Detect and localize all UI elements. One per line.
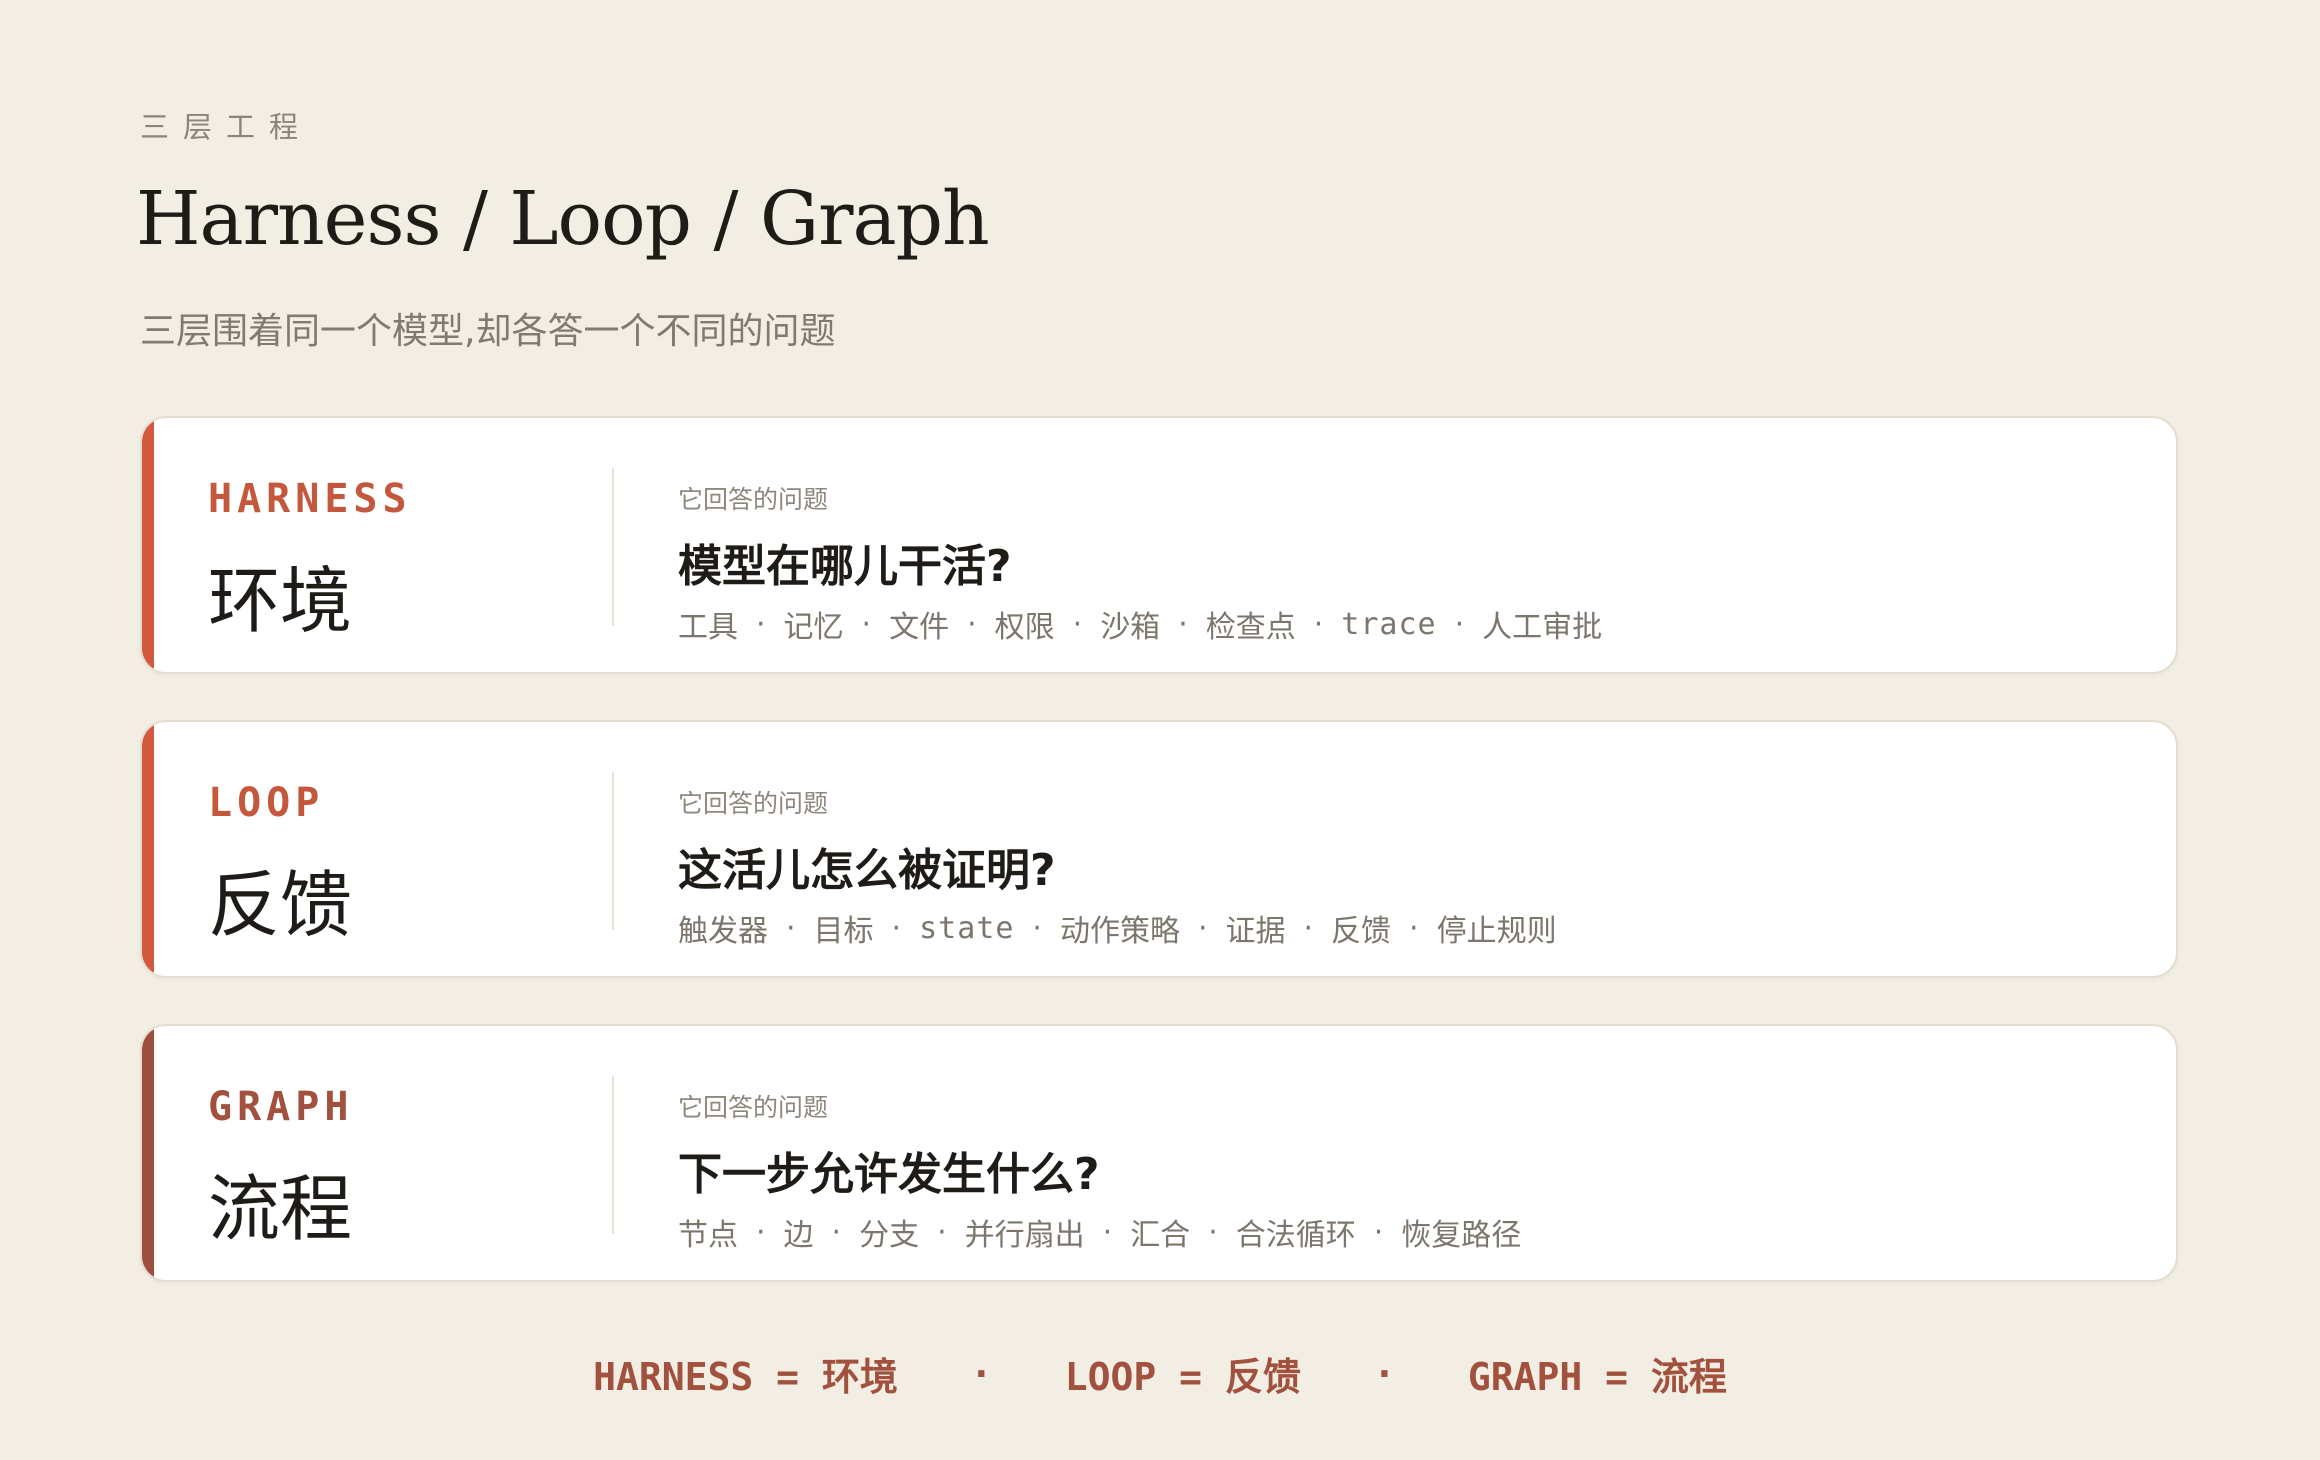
item-tag: 工具: [678, 610, 738, 645]
accent-bar: [142, 1026, 154, 1280]
item-separator: ·: [831, 1214, 842, 1250]
accent-bar: [142, 722, 154, 976]
card-loop: LOOP 反馈 它回答的问题 这活儿怎么被证明? 触发器 · 目标 · state · 动作…: [140, 720, 2178, 978]
question-text: 模型在哪儿干活?: [678, 541, 1012, 592]
item-tag: 节点: [678, 1218, 738, 1253]
card-name-cn: 反馈: [208, 863, 353, 947]
item-tag: 分支: [859, 1218, 920, 1253]
item-tag: 动作策略: [1059, 914, 1180, 949]
item-tag: 恢复路径: [1401, 1218, 1522, 1253]
item-tag: 权限: [994, 610, 1055, 645]
item-separator: ·: [1409, 910, 1419, 946]
card-tag: GRAPH: [208, 1084, 354, 1130]
item-separator: ·: [1303, 910, 1314, 946]
item-separator: ·: [937, 1214, 947, 1250]
eyebrow-label: 三层工程: [140, 110, 313, 144]
item-list: 节点 · 边 · 分支 · 并行扇出 · 汇合 · 合法循环 · 恢复路径: [678, 1210, 1521, 1254]
accent-bar: [142, 418, 154, 672]
question-label: 它回答的问题: [678, 789, 829, 818]
item-tag: 并行扇出: [964, 1218, 1085, 1253]
item-tag: 停止规则: [1436, 914, 1557, 949]
question-label: 它回答的问题: [678, 485, 829, 514]
item-tag: 反馈: [1331, 914, 1392, 949]
card-name-cn: 环境: [208, 559, 353, 643]
item-separator: ·: [786, 910, 796, 946]
footer-item-harness: HARNESS = 环境: [593, 1355, 898, 1399]
item-separator: ·: [1102, 1214, 1113, 1250]
divider: [612, 1076, 614, 1234]
item-tag: trace: [1341, 606, 1437, 642]
item-separator: ·: [1178, 606, 1188, 642]
item-list: 工具 · 记忆 · 文件 · 权限 · 沙箱 · 检查点 · trace · 人工审批: [678, 602, 1602, 646]
item-separator: ·: [967, 606, 977, 642]
item-tag: state: [919, 910, 1015, 946]
question-text: 下一步允许发生什么?: [678, 1149, 1100, 1200]
item-tag: 触发器: [678, 914, 768, 949]
question-text: 这活儿怎么被证明?: [678, 845, 1056, 896]
card-tag: LOOP: [208, 780, 325, 826]
card-harness: HARNESS 环境 它回答的问题 模型在哪儿干活? 工具 · 记忆 · 文件 · 权限 · 沙…: [140, 416, 2178, 674]
page-subtitle: 三层围着同一个模型,却各答一个不同的问题: [140, 311, 836, 352]
footer-separator: ·: [1372, 1351, 1396, 1396]
item-tag: 沙箱: [1100, 610, 1161, 645]
item-tag: 证据: [1225, 914, 1286, 949]
footer-item-graph: GRAPH = 流程: [1467, 1355, 1727, 1399]
card-tag: HARNESS: [208, 476, 412, 522]
page-title: Harness / Loop / Graph: [136, 176, 990, 262]
item-tag: 目标: [813, 914, 874, 949]
item-tag: 边: [783, 1218, 814, 1253]
item-separator: ·: [756, 606, 766, 642]
item-tag: 人工审批: [1482, 610, 1603, 645]
item-separator: ·: [891, 910, 902, 946]
item-separator: ·: [1032, 910, 1042, 946]
footer-legend: HARNESS = 环境 · LOOP = 反馈 · GRAPH = 流程: [0, 1346, 2320, 1401]
item-separator: ·: [1454, 606, 1465, 642]
item-tag: 文件: [889, 610, 950, 645]
item-separator: ·: [1373, 1214, 1384, 1250]
item-tag: 检查点: [1205, 610, 1296, 645]
item-separator: ·: [1197, 910, 1208, 946]
item-list: 触发器 · 目标 · state · 动作策略 · 证据 · 反馈 · 停止规则: [678, 906, 1557, 950]
item-separator: ·: [1208, 1214, 1218, 1250]
item-separator: ·: [756, 1214, 766, 1250]
divider: [612, 468, 614, 626]
item-separator: ·: [1313, 606, 1324, 642]
question-label: 它回答的问题: [678, 1093, 829, 1122]
item-separator: ·: [1072, 606, 1083, 642]
card-graph: GRAPH 流程 它回答的问题 下一步允许发生什么? 节点 · 边 · 分支 · 并行扇出 ·…: [140, 1024, 2178, 1282]
item-tag: 汇合: [1130, 1218, 1191, 1253]
footer-item-loop: LOOP = 反馈: [1064, 1355, 1301, 1399]
item-tag: 合法循环: [1235, 1218, 1356, 1253]
footer-separator: ·: [969, 1351, 993, 1396]
card-name-cn: 流程: [208, 1167, 353, 1251]
item-separator: ·: [861, 606, 872, 642]
divider: [612, 772, 614, 930]
item-tag: 记忆: [783, 610, 844, 645]
